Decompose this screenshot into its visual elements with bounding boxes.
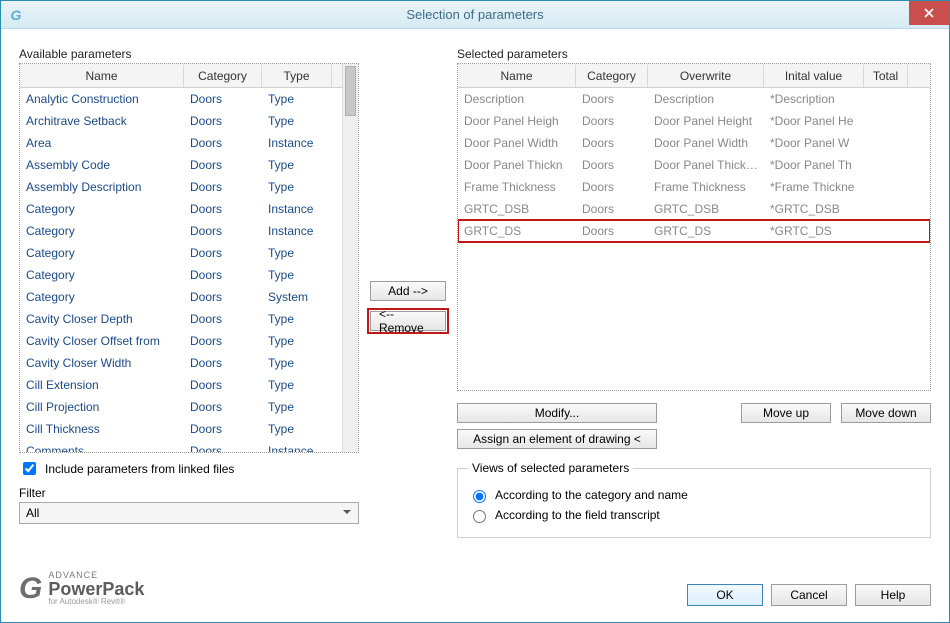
col-total[interactable]: Total (864, 65, 908, 87)
table-row[interactable]: Frame ThicknessDoorsFrame Thickness*Fram… (458, 176, 930, 198)
close-button[interactable] (909, 1, 949, 25)
dialog-window: G Selection of parameters Available para… (0, 0, 950, 623)
move-down-button[interactable]: Move down (841, 403, 931, 423)
table-row[interactable]: CommentsDoorsInstance (20, 440, 342, 452)
table-row[interactable]: CategoryDoorsType (20, 242, 342, 264)
table-row[interactable]: CategoryDoorsSystem (20, 286, 342, 308)
view-field-radio[interactable]: According to the field transcript (468, 507, 920, 523)
brand-icon: G (19, 572, 42, 606)
col-initial[interactable]: Inital value (764, 65, 864, 87)
available-header: Name Category Type (20, 64, 342, 88)
table-row[interactable]: Assembly DescriptionDoorsType (20, 176, 342, 198)
table-row[interactable]: Cavity Closer WidthDoorsType (20, 352, 342, 374)
selected-grid[interactable]: Name Category Overwrite Inital value Tot… (457, 63, 931, 391)
app-icon: G (7, 6, 25, 24)
table-row[interactable]: CategoryDoorsInstance (20, 220, 342, 242)
table-row[interactable]: Cill ThicknessDoorsType (20, 418, 342, 440)
table-row[interactable]: CategoryDoorsInstance (20, 198, 342, 220)
table-row[interactable]: Analytic ConstructionDoorsType (20, 88, 342, 110)
help-button[interactable]: Help (855, 584, 931, 606)
selected-label: Selected parameters (457, 47, 931, 61)
col-type[interactable]: Type (262, 65, 332, 87)
assign-element-button[interactable]: Assign an element of drawing < (457, 429, 657, 449)
filter-value: All (26, 506, 39, 520)
table-row[interactable]: Cill ExtensionDoorsType (20, 374, 342, 396)
table-row[interactable]: Cavity Closer Offset fromDoorsType (20, 330, 342, 352)
view-category-radio[interactable]: According to the category and name (468, 487, 920, 503)
col-name[interactable]: Name (20, 65, 184, 87)
col-category[interactable]: Category (184, 65, 262, 87)
remove-button[interactable]: <-- Remove (370, 311, 446, 331)
brand-logo: G ADVANCE PowerPack for Autodesk® Revit® (19, 571, 144, 606)
add-button[interactable]: Add --> (370, 281, 446, 301)
ok-button[interactable]: OK (687, 584, 763, 606)
available-grid[interactable]: Name Category Type Analytic Construction… (19, 63, 359, 453)
table-row[interactable]: GRTC_DSBDoorsGRTC_DSB*GRTC_DSB (458, 198, 930, 220)
table-row[interactable]: Door Panel WidthDoorsDoor Panel Width*Do… (458, 132, 930, 154)
table-row[interactable]: Assembly CodeDoorsType (20, 154, 342, 176)
available-scrollbar[interactable] (342, 64, 358, 452)
table-row[interactable]: Architrave SetbackDoorsType (20, 110, 342, 132)
include-linked-check[interactable]: Include parameters from linked files (19, 459, 359, 478)
close-icon (924, 8, 934, 18)
cancel-button[interactable]: Cancel (771, 584, 847, 606)
table-row[interactable]: Door Panel ThicknDoorsDoor Panel Thickne… (458, 154, 930, 176)
filter-label: Filter (19, 486, 359, 500)
window-title: Selection of parameters (1, 7, 949, 22)
modify-button[interactable]: Modify... (457, 403, 657, 423)
table-row[interactable]: Door Panel HeighDoorsDoor Panel Height*D… (458, 110, 930, 132)
selected-header: Name Category Overwrite Inital value Tot… (458, 64, 930, 88)
views-group: Views of selected parameters According t… (457, 461, 931, 538)
titlebar: G Selection of parameters (1, 1, 949, 29)
table-row[interactable]: Cavity Closer DepthDoorsType (20, 308, 342, 330)
include-linked-label: Include parameters from linked files (45, 462, 234, 476)
include-linked-checkbox[interactable] (23, 462, 36, 475)
table-row[interactable]: GRTC_DSDoorsGRTC_DS*GRTC_DS (458, 220, 930, 242)
table-row[interactable]: CategoryDoorsType (20, 264, 342, 286)
filter-select[interactable]: All (19, 502, 359, 524)
col-overwrite[interactable]: Overwrite (648, 65, 764, 87)
move-up-button[interactable]: Move up (741, 403, 831, 423)
table-row[interactable]: DescriptionDoorsDescription*Description (458, 88, 930, 110)
views-legend: Views of selected parameters (468, 461, 633, 475)
available-label: Available parameters (19, 47, 359, 61)
col-name[interactable]: Name (458, 65, 576, 87)
chevron-down-icon (342, 506, 352, 520)
table-row[interactable]: AreaDoorsInstance (20, 132, 342, 154)
col-category[interactable]: Category (576, 65, 648, 87)
table-row[interactable]: Cill ProjectionDoorsType (20, 396, 342, 418)
